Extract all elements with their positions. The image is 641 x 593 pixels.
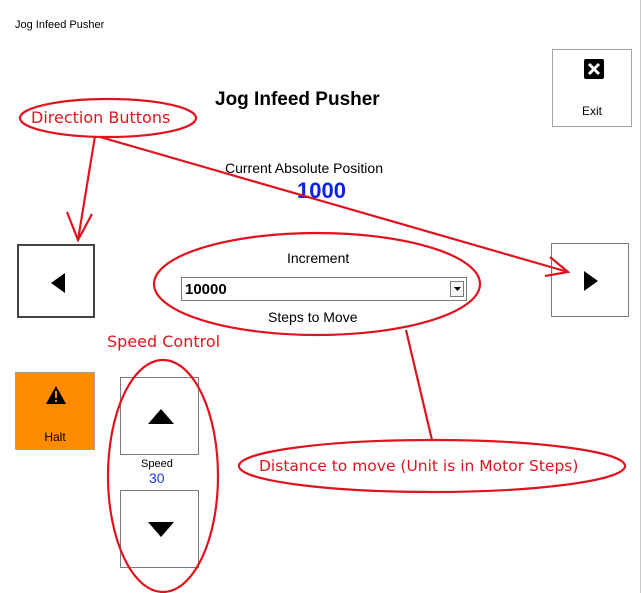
annotation-direction-buttons: Direction Buttons [31,108,171,127]
speed-value: 30 [149,470,165,486]
warning-icon [46,386,66,404]
window-title: Jog Infeed Pusher [15,19,105,31]
position-value: 1000 [297,178,346,203]
position-label: Current Absolute Position [225,160,383,176]
arrow-right-icon [584,271,598,291]
increment-value: 10000 [185,281,227,298]
annotation-speed-control: Speed Control [107,332,221,351]
arrow-left-icon [51,273,65,293]
close-box-icon [584,59,604,79]
arrow-up-icon [148,409,174,424]
jog-left-button[interactable] [17,244,95,318]
exit-label: Exit [581,104,602,118]
jog-right-button[interactable] [551,243,629,317]
exit-button[interactable]: Exit [552,49,632,127]
speed-down-button[interactable] [120,490,199,568]
increment-label: Increment [287,250,350,266]
halt-button[interactable]: Halt [15,372,95,450]
halt-label: Halt [44,430,66,444]
steps-label: Steps to Move [268,309,358,325]
chevron-down-icon [454,287,461,291]
jog-window: Jog Infeed Pusher Jog Infeed Pusher Exit… [0,0,641,593]
arrow-down-icon [148,522,174,537]
page-title: Jog Infeed Pusher [215,89,380,110]
speed-up-button[interactable] [120,377,199,455]
annotation-distance: Distance to move (Unit is in Motor Steps… [259,457,579,475]
speed-label: Speed [141,458,173,470]
increment-select[interactable]: 10000 [181,277,467,301]
dropdown-button[interactable] [450,281,464,297]
